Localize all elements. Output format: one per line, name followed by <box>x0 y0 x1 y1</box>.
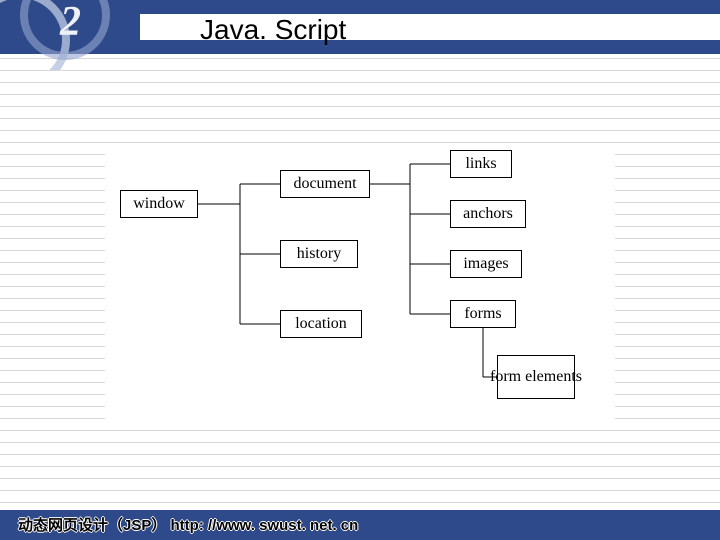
header: 2 Java. Script <box>0 0 720 60</box>
node-window: window <box>120 190 198 218</box>
node-form-elements: form elements <box>497 355 575 399</box>
node-document: document <box>280 170 370 198</box>
logo-graphic: 2 <box>0 0 120 70</box>
footer-text: 动态网页设计（JSP） http: //www. swust. net. cn <box>18 514 358 535</box>
object-hierarchy-diagram: window document history location links a… <box>105 145 615 430</box>
node-links: links <box>450 150 512 178</box>
node-images: images <box>450 250 522 278</box>
node-history: history <box>280 240 358 268</box>
slide-title: Java. Script <box>200 14 346 46</box>
node-forms: forms <box>450 300 516 328</box>
node-anchors: anchors <box>450 200 526 228</box>
node-location: location <box>280 310 362 338</box>
slide: 2 Java. Script <box>0 0 720 540</box>
